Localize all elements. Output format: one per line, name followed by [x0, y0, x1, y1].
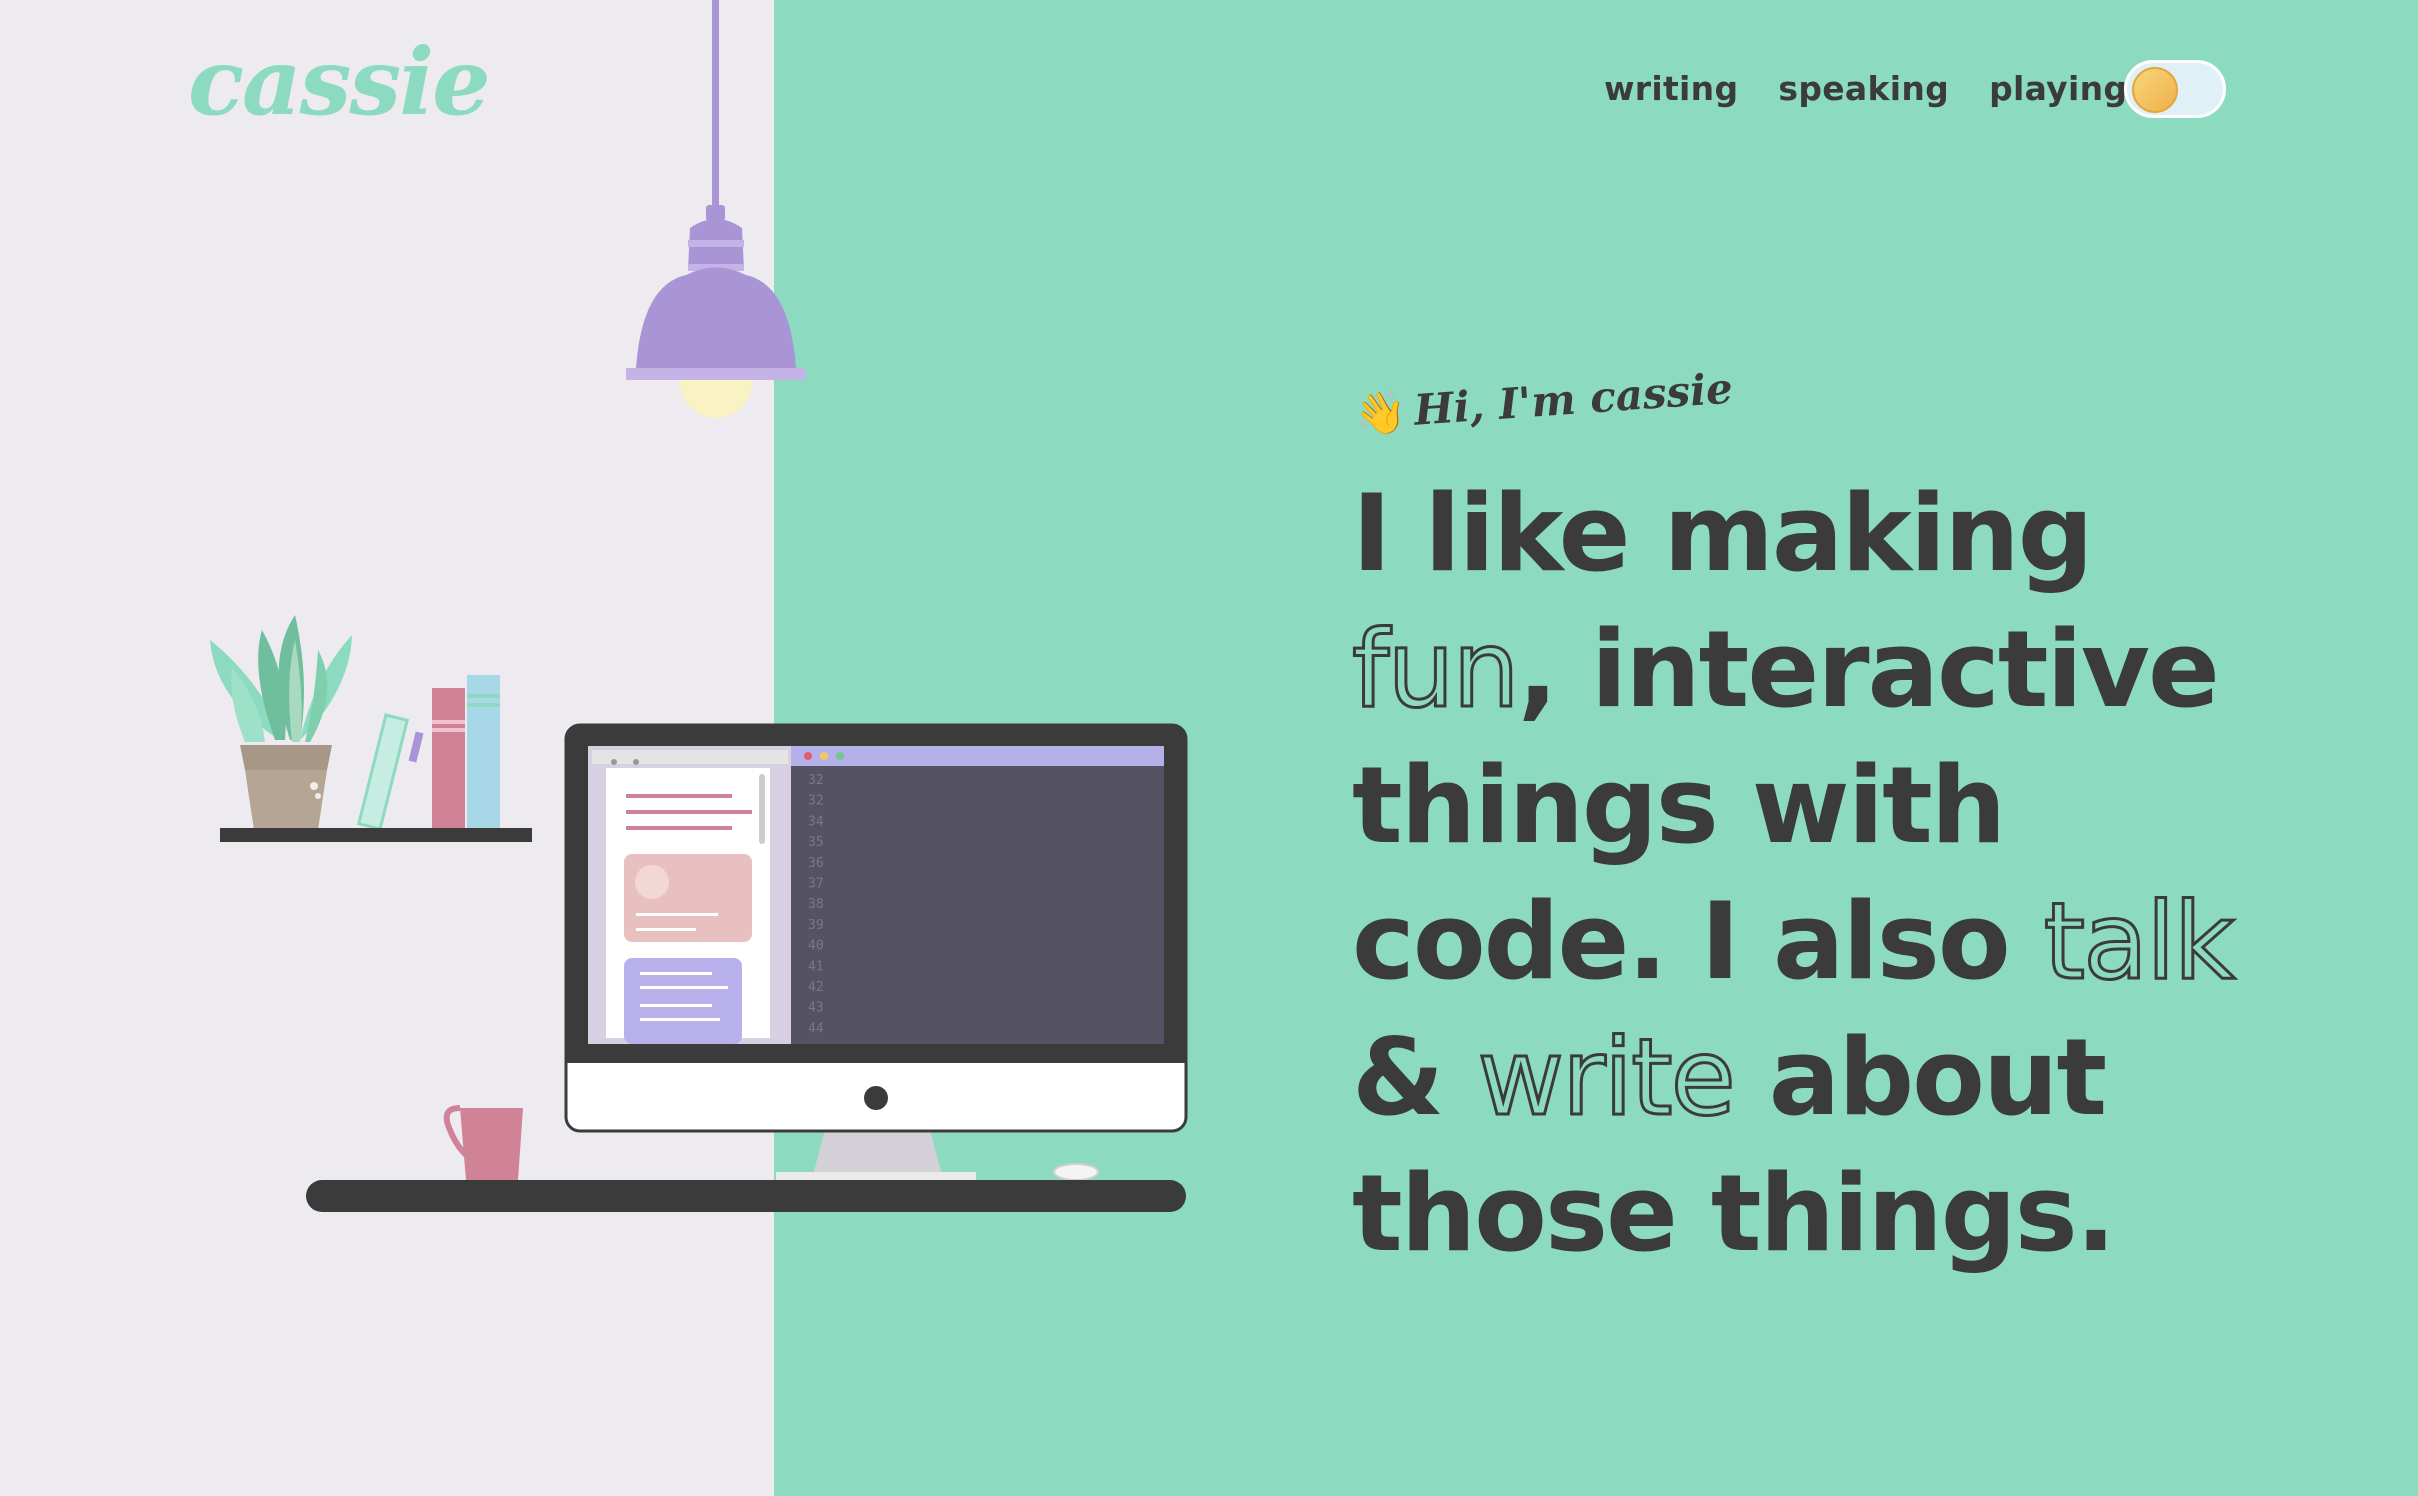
code-line-number: 39 — [808, 918, 824, 933]
sun-moon-icon — [2132, 67, 2178, 113]
code-line-number: 32 — [808, 773, 824, 788]
headline-word-talk: talk — [2042, 879, 2236, 1005]
desk-illustration: 32 32 34 35 36 37 38 39 40 41 42 43 44 — [210, 0, 1188, 1212]
wall-shelf — [220, 828, 532, 842]
code-line-number: 34 — [808, 814, 824, 829]
code-line-number: 44 — [808, 1021, 824, 1036]
nav-link-speaking[interactable]: speaking — [1778, 72, 1949, 105]
nav-link-writing[interactable]: writing — [1604, 72, 1738, 105]
waving-hand-icon: 👋 — [1352, 386, 1408, 439]
code-line-number: 32 — [808, 794, 824, 809]
code-line-number: 41 — [808, 959, 824, 974]
hero-section: 👋 Hi, I'm cassie I like making fun, inte… — [1351, 364, 2352, 1353]
greeting-text: Hi, I'm cassie — [1412, 363, 1735, 435]
desk-surface — [306, 1180, 1186, 1212]
books-icon — [356, 675, 500, 831]
theme-toggle[interactable] — [2124, 60, 2226, 118]
nav-link-playing[interactable]: playing — [1989, 72, 2127, 105]
code-line-number: 37 — [808, 877, 824, 892]
mouse-icon — [1053, 1163, 1099, 1181]
headline-word-fun: fun — [1351, 607, 1522, 733]
headline-text-1: I like making — [1352, 472, 2094, 595]
code-line-number: 40 — [808, 939, 824, 954]
imac-computer-icon: 32 32 34 35 36 37 38 39 40 41 42 43 44 — [564, 723, 1188, 1180]
headline-text-3: & — [1352, 1016, 1478, 1139]
code-line-number: 36 — [808, 856, 824, 871]
main-nav: writing speaking playing — [1604, 72, 2127, 105]
mug-icon — [443, 1105, 523, 1180]
pendant-lamp-icon — [626, 0, 806, 418]
headline-word-write: write — [1476, 1015, 1738, 1141]
code-line-number: 42 — [808, 980, 824, 995]
potted-plant-icon — [210, 615, 352, 830]
code-line-number: 38 — [808, 897, 824, 912]
hero-headline: I like making fun, interactive things wit… — [1351, 466, 2352, 1282]
code-line-number: 35 — [808, 835, 824, 850]
code-line-number: 43 — [808, 1001, 824, 1016]
